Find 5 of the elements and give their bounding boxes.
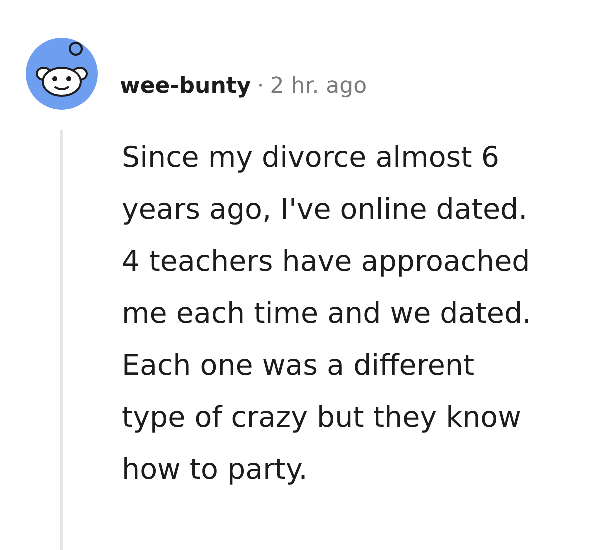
separator-dot: ·	[257, 74, 264, 98]
username[interactable]: wee-bunty	[120, 74, 252, 98]
avatar-icon	[24, 36, 100, 112]
comment-text: Since my divorce almost 6 years ago, I've online dated. 4 teachers have approached me each time and we dated. Each one was a different type of crazy but they know how to party.	[122, 140, 533, 488]
timestamp: 2 hr. ago	[270, 74, 368, 98]
